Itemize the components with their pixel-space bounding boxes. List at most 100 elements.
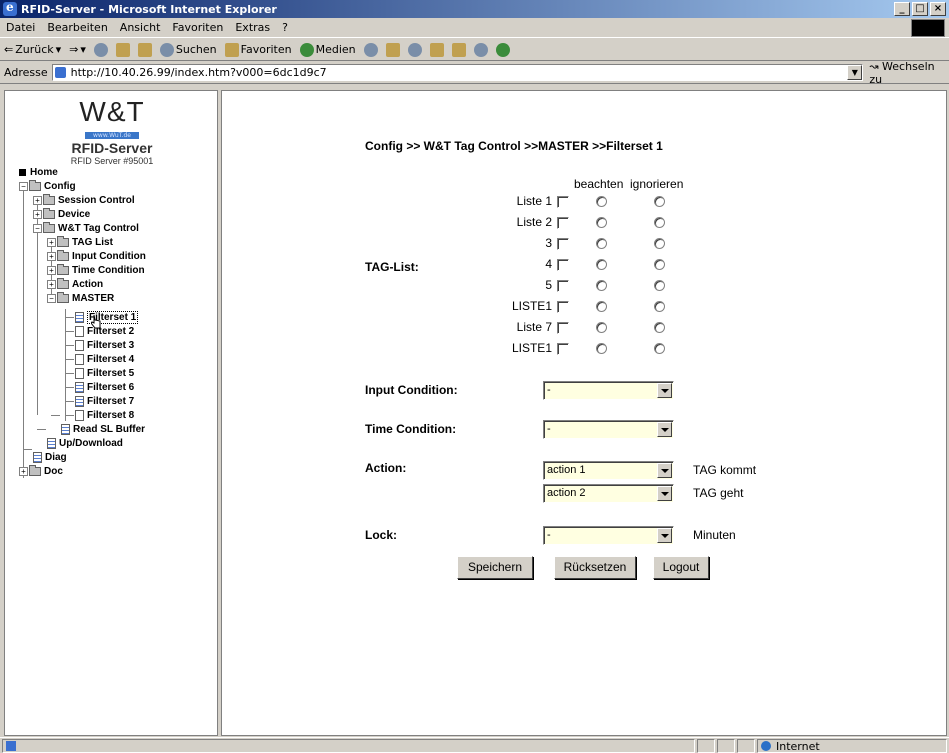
tree-filterset-1[interactable]: Filterset 1 [75,310,139,324]
discuss-icon[interactable] [451,42,466,57]
ignore-radio[interactable] [654,217,665,228]
tag-checkbox[interactable] [557,217,569,229]
tree-filterset-5[interactable]: Filterset 5 [75,366,134,380]
tree-config[interactable]: − Config [19,179,76,193]
tree-action[interactable]: + Action [47,277,103,291]
expand-icon[interactable]: + [47,251,56,261]
ignore-radio[interactable] [654,280,665,291]
tree-master[interactable]: − MASTER [47,291,114,305]
tree-time-condition[interactable]: + Time Condition [47,263,145,277]
tree-updownload[interactable]: Up/Download [47,436,123,450]
tree-diag[interactable]: Diag [33,450,67,464]
maximize-button[interactable]: □ [912,2,928,16]
tag-checkbox[interactable] [557,259,569,271]
close-button[interactable]: × [930,2,946,16]
ignore-radio[interactable] [654,196,665,207]
mail-icon[interactable] [385,42,400,57]
action-1-select[interactable]: action 1 [543,461,674,480]
expand-icon[interactable]: + [33,195,42,205]
ignore-radio[interactable] [654,301,665,312]
tree-filterset-6[interactable]: Filterset 6 [75,380,134,394]
go-button[interactable]: ↝ Wechseln zu [869,60,949,86]
tree-filterset-2[interactable]: Filterset 2 [75,324,134,338]
observe-radio[interactable] [596,238,607,249]
lock-select[interactable]: - [543,526,674,545]
menu-datei[interactable]: Datei [6,21,35,34]
logout-button[interactable]: Logout [653,556,709,579]
ignore-radio[interactable] [654,343,665,354]
tree-filterset-7[interactable]: Filterset 7 [75,394,134,408]
expand-icon[interactable]: + [19,466,28,476]
forward-button[interactable]: ⇒ ▾ [69,43,86,56]
ignore-radio[interactable] [654,322,665,333]
observe-radio[interactable] [596,301,607,312]
expand-icon[interactable]: + [33,209,42,219]
chevron-down-icon[interactable] [657,486,672,501]
search-button[interactable]: Suchen [159,42,217,57]
address-dropdown-icon[interactable]: ▼ [847,65,863,80]
tag-checkbox[interactable] [557,343,569,355]
chevron-down-icon[interactable] [657,463,672,478]
media-button[interactable]: Medien [299,42,356,57]
address-input[interactable]: http://10.40.26.99/index.htm?v000=6dc1d9… [51,64,864,81]
observe-radio[interactable] [596,322,607,333]
tag-name: 5 [545,278,552,292]
observe-radio[interactable] [596,259,607,270]
minimize-button[interactable]: _ [894,2,910,16]
document-icon [75,311,84,323]
observe-radio[interactable] [596,196,607,207]
home-icon[interactable] [137,42,152,57]
menu-favoriten[interactable]: Favoriten [172,21,223,34]
menu-help[interactable]: ? [282,21,288,34]
tag-checkbox[interactable] [557,280,569,292]
tree-tag-list[interactable]: + TAG List [47,235,113,249]
stop-icon[interactable] [93,42,108,57]
tree-input-condition[interactable]: + Input Condition [47,249,146,263]
tree-read-sl-buffer[interactable]: Read SL Buffer [61,422,145,436]
tree-doc[interactable]: + Doc [19,464,63,478]
expand-icon[interactable]: + [47,265,56,275]
observe-radio[interactable] [596,280,607,291]
input-condition-select[interactable]: - [543,381,674,400]
tree-filterset-8[interactable]: Filterset 8 [75,408,134,422]
save-button[interactable]: Speichern [457,556,533,579]
folder-icon [29,179,41,191]
ignore-radio[interactable] [654,259,665,270]
edit-icon[interactable] [429,42,444,57]
collapse-icon[interactable]: − [33,223,42,233]
chevron-down-icon[interactable] [657,422,672,437]
expand-icon[interactable]: + [47,237,56,247]
action-2-select[interactable]: action 2 [543,484,674,503]
tree-home[interactable]: Home [19,165,58,179]
chevron-down-icon[interactable] [657,528,672,543]
reset-button[interactable]: Rücksetzen [554,556,636,579]
toolbar: ⇐ Zurück ▾ ⇒ ▾ Suchen Favoriten Medien [0,39,949,61]
expand-icon[interactable]: + [47,279,56,289]
observe-radio[interactable] [596,217,607,228]
chevron-down-icon[interactable] [657,383,672,398]
collapse-icon[interactable]: − [19,181,28,191]
bookmark-icon[interactable] [495,42,510,57]
tag-checkbox[interactable] [557,322,569,334]
messenger-icon[interactable] [473,42,488,57]
tree-session-control[interactable]: + Session Control [33,193,135,207]
tree-tag-control[interactable]: − W&T Tag Control [33,221,139,235]
tree-filterset-3[interactable]: Filterset 3 [75,338,134,352]
print-icon[interactable] [407,42,422,57]
menu-extras[interactable]: Extras [235,21,270,34]
tree-filterset-4[interactable]: Filterset 4 [75,352,134,366]
collapse-icon[interactable]: − [47,293,56,303]
tag-checkbox[interactable] [557,196,569,208]
tag-checkbox[interactable] [557,301,569,313]
tag-checkbox[interactable] [557,238,569,250]
menu-ansicht[interactable]: Ansicht [120,21,161,34]
history-icon[interactable] [363,42,378,57]
refresh-icon[interactable] [115,42,130,57]
favorites-button[interactable]: Favoriten [224,42,292,57]
ignore-radio[interactable] [654,238,665,249]
time-condition-select[interactable]: - [543,420,674,439]
tree-device[interactable]: + Device [33,207,90,221]
observe-radio[interactable] [596,343,607,354]
menu-bearbeiten[interactable]: Bearbeiten [47,21,107,34]
back-button[interactable]: ⇐ Zurück ▾ [4,43,61,56]
